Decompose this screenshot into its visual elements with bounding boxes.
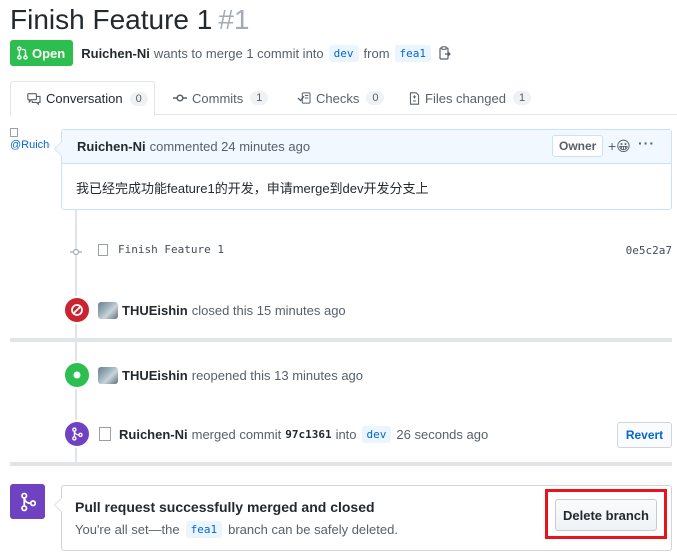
tab-conversation[interactable]: Conversation 0	[10, 81, 155, 116]
git-merge-icon	[20, 492, 36, 511]
revert-button[interactable]: Revert	[617, 422, 672, 448]
state-label: Open	[32, 45, 66, 61]
avatar[interactable]	[98, 301, 118, 319]
git-merge-icon	[72, 427, 83, 441]
tab-conversation-label: Conversation	[46, 91, 123, 106]
event-text: reopened this 13 minutes ago	[191, 367, 364, 383]
file-diff-icon	[409, 91, 420, 105]
tab-commits[interactable]: Commits 1	[173, 81, 269, 115]
tab-checks[interactable]: Checks 0	[297, 81, 385, 115]
git-commit-icon	[70, 248, 82, 256]
base-branch[interactable]: dev	[328, 44, 359, 62]
event-actor-link[interactable]: THUEishin	[122, 368, 188, 383]
avatar[interactable]	[98, 366, 118, 384]
merge-commit-sha[interactable]: 97c1361	[285, 428, 331, 441]
timeline-divider	[10, 462, 672, 466]
comment-timestamp[interactable]: commented 24 minutes ago	[150, 139, 310, 154]
owner-badge: Owner	[552, 135, 604, 157]
event-actor-link[interactable]: THUEishin	[122, 303, 188, 318]
reopened-badge	[63, 361, 91, 389]
merged-status-icon	[10, 484, 45, 519]
from-text: from	[363, 45, 390, 61]
merge-status-title: Pull request successfully merged and clo…	[75, 499, 375, 515]
commit-sha[interactable]: 0e5c2a7	[626, 244, 672, 257]
event-timestamp[interactable]: 26 seconds ago	[396, 427, 488, 442]
tab-files-label: Files changed	[425, 90, 506, 106]
tab-commits-label: Commits	[192, 90, 244, 106]
git-commit-icon	[173, 94, 187, 102]
pr-number: #1	[218, 4, 250, 35]
comment-discussion-icon	[27, 92, 41, 105]
tab-files-changed[interactable]: Files changed 1	[409, 81, 532, 115]
clipboard-icon[interactable]	[439, 46, 451, 60]
head-branch[interactable]: fea1	[394, 44, 432, 62]
pr-title-text: Finish Feature 1	[10, 4, 213, 35]
broken-image-icon	[99, 427, 111, 441]
pr-meta: Open Ruichen-Ni wants to merge 1 commit …	[10, 40, 451, 66]
more-options-button[interactable]: ···	[638, 135, 655, 151]
commit-message[interactable]: Finish Feature 1	[98, 243, 224, 256]
comment-body: 我已经完成功能feature1的开发，申请merge到dev开发分支上	[76, 181, 429, 196]
merged-base-branch[interactable]: dev	[361, 425, 392, 443]
broken-image-icon	[10, 128, 18, 137]
pr-author-link[interactable]: Ruichen-Ni	[81, 46, 150, 61]
merged-event: Ruichen-Ni merged commit 97c1361 into de…	[63, 420, 672, 448]
tab-files-count: 1	[512, 91, 532, 105]
comment-author-link[interactable]: Ruichen-Ni	[77, 139, 146, 154]
event-text: closed this 15 minutes ago	[191, 302, 346, 318]
reopened-event: THUEishin reopened this 13 minutes ago	[63, 361, 672, 389]
pull-request-icon	[17, 46, 28, 60]
event-actor-link[interactable]: Ruichen-Ni	[119, 427, 188, 442]
into-text: into	[335, 426, 357, 442]
closed-badge	[63, 296, 91, 324]
checklist-icon	[297, 92, 311, 104]
tab-checks-label: Checks	[316, 90, 360, 106]
circle-slash-icon	[71, 304, 83, 316]
pr-tabs: Conversation 0 Commits 1 Checks 0 Files …	[10, 81, 677, 116]
timeline-divider	[10, 338, 672, 342]
merge-sub-after: branch can be safely deleted.	[228, 522, 398, 537]
comment-box: Ruichen-Ni commented 24 minutes ago Owne…	[54, 129, 672, 210]
merge-status-subtitle: You're all set—the fea1 branch can be sa…	[75, 521, 398, 538]
pr-title: Finish Feature 1 #1	[10, 2, 249, 38]
dot-icon	[73, 371, 81, 379]
merge-sub-before: You're all set—the	[75, 522, 180, 537]
pr-meta-text: wants to merge 1 commit into	[153, 45, 324, 61]
add-reaction-button[interactable]: +😀	[608, 138, 631, 155]
avatar-alt-text: @Ruichen-	[10, 139, 50, 151]
broken-image-icon	[98, 243, 108, 256]
commit-row: Finish Feature 1 0e5c2a7	[62, 242, 672, 262]
delete-branch-button[interactable]: Delete branch	[555, 499, 657, 531]
deletable-branch[interactable]: fea1	[185, 521, 223, 538]
state-badge: Open	[10, 40, 74, 66]
event-text: merged commit	[191, 426, 282, 442]
closed-event: THUEishin closed this 15 minutes ago	[63, 296, 672, 324]
merged-badge	[63, 420, 91, 448]
tab-commits-count: 1	[250, 91, 269, 105]
tab-conversation-count: 0	[129, 91, 148, 106]
tab-checks-count: 0	[366, 91, 385, 105]
avatar[interactable]: @Ruichen-	[10, 127, 50, 167]
commit-message-text[interactable]: Finish Feature 1	[118, 243, 224, 256]
